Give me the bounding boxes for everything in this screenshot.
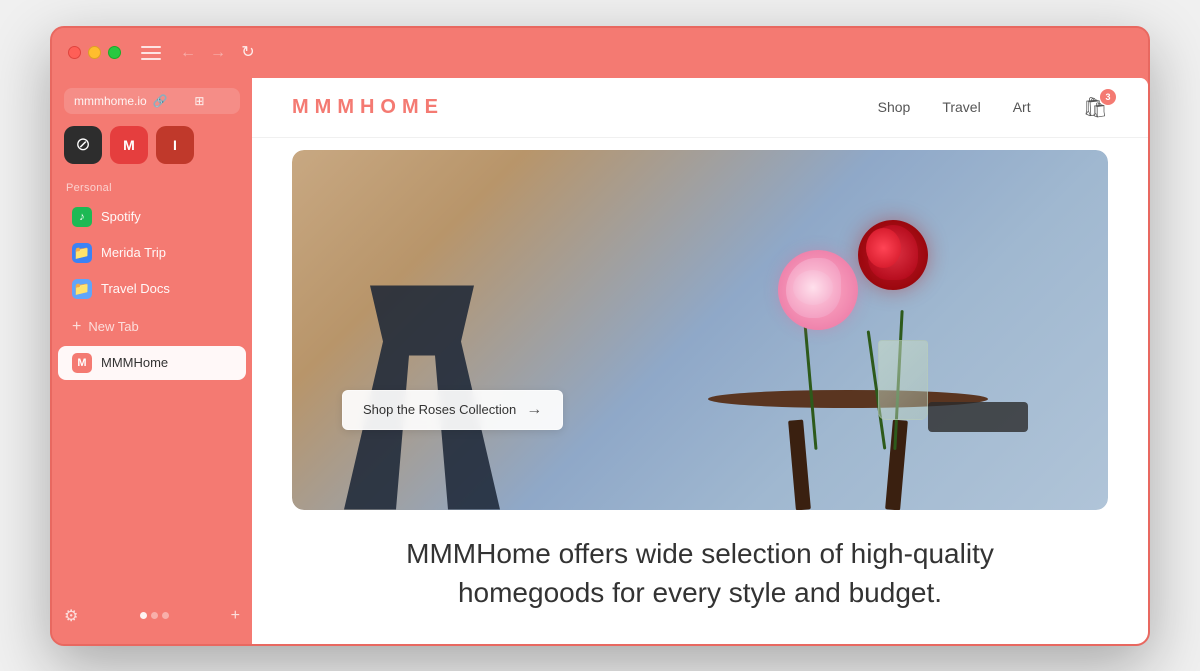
add-tab-icon[interactable]: +	[231, 607, 240, 625]
new-tab-button[interactable]: + New Tab	[58, 312, 246, 342]
cta-overlay: Shop the Roses Collection →	[342, 390, 563, 430]
instapaper-icon: I	[173, 137, 177, 153]
instapaper-app-icon[interactable]: I	[156, 126, 194, 164]
dot-3	[162, 612, 169, 619]
back-button[interactable]: ←	[177, 45, 199, 61]
cta-arrow-icon: →	[526, 401, 542, 419]
bookmark-icon: ⊞	[194, 94, 230, 108]
navigation-controls: ← → ↻	[177, 45, 259, 61]
merida-trip-folder-icon: 📁	[72, 243, 92, 263]
cta-button-label: Shop the Roses Collection	[363, 402, 516, 417]
blocked-app-icon[interactable]: ⊘	[64, 126, 102, 164]
cart-badge: 3	[1100, 89, 1116, 105]
travel-nav-link[interactable]: Travel	[942, 99, 980, 115]
hero-image: Shop the Roses Collection →	[292, 150, 1108, 510]
merida-trip-label: Merida Trip	[101, 245, 166, 260]
refresh-button[interactable]: ↻	[237, 45, 259, 61]
keyboard-decoration	[928, 402, 1028, 432]
site-nav-links: Shop Travel Art 🛍 3	[878, 95, 1108, 120]
description-line-1: MMMHome offers wide selection of high-qu…	[406, 538, 994, 569]
personal-section-label: Personal	[52, 182, 252, 194]
spotify-icon: ♪	[72, 207, 92, 227]
page-dots	[140, 612, 169, 619]
url-bar[interactable]: mmmhome.io 🔗 ⊞	[64, 88, 240, 114]
blocked-icon: ⊘	[75, 134, 90, 155]
link-icon: 🔗	[153, 94, 189, 108]
browser-content: mmmhome.io 🔗 ⊞ ⊘ M I Personal ♪	[52, 78, 1148, 644]
gmail-app-icon[interactable]: M	[110, 126, 148, 164]
travel-docs-folder-icon: 📁	[72, 279, 92, 299]
maximize-button[interactable]	[108, 46, 121, 59]
sidebar-item-merida-trip[interactable]: 📁 Merida Trip	[58, 236, 246, 270]
settings-icon[interactable]: ⚙	[64, 606, 78, 626]
spotify-label: Spotify	[101, 209, 141, 224]
title-bar: ← → ↻	[52, 28, 1148, 78]
dark-red-rose	[858, 220, 928, 290]
sidebar-item-mmmhome[interactable]: M MMMHome	[58, 346, 246, 380]
sidebar-bottom: ⚙ +	[52, 598, 252, 634]
description-text: MMMHome offers wide selection of high-qu…	[292, 534, 1108, 612]
dot-2	[151, 612, 158, 619]
hero-description: MMMHome offers wide selection of high-qu…	[252, 510, 1148, 612]
minimize-button[interactable]	[88, 46, 101, 59]
plus-icon: +	[72, 319, 81, 335]
hero-section: Shop the Roses Collection → MMMHome offe…	[252, 138, 1148, 644]
close-button[interactable]	[68, 46, 81, 59]
sidebar-toggle-button[interactable]	[141, 46, 161, 60]
app-icons-row: ⊘ M I	[52, 126, 252, 164]
vase-group	[878, 340, 928, 420]
site-logo: MMMHOME	[292, 96, 878, 119]
sidebar-item-travel-docs[interactable]: 📁 Travel Docs	[58, 272, 246, 306]
shop-nav-link[interactable]: Shop	[878, 99, 911, 115]
forward-button[interactable]: →	[207, 45, 229, 61]
travel-docs-label: Travel Docs	[101, 281, 170, 296]
webpage: MMMHOME Shop Travel Art 🛍 3	[252, 78, 1148, 644]
shop-roses-button[interactable]: Shop the Roses Collection →	[342, 390, 563, 430]
mmmhome-tab-icon: M	[72, 353, 92, 373]
hero-background: Shop the Roses Collection →	[292, 150, 1108, 510]
browser-window: ← → ↻ mmmhome.io 🔗 ⊞ ⊘ M	[50, 26, 1150, 646]
site-navigation: MMMHOME Shop Travel Art 🛍 3	[252, 78, 1148, 138]
mmmhome-tab-label: MMMHome	[101, 355, 168, 370]
traffic-lights	[68, 46, 121, 59]
vase	[878, 340, 928, 420]
description-line-2: homegoods for every style and budget.	[458, 577, 942, 608]
new-tab-label: New Tab	[88, 319, 138, 334]
cart-button[interactable]: 🛍 3	[1083, 95, 1108, 120]
gmail-icon: M	[123, 137, 135, 153]
pink-flower	[778, 250, 858, 330]
art-nav-link[interactable]: Art	[1013, 99, 1031, 115]
dot-1	[140, 612, 147, 619]
url-text: mmmhome.io	[74, 94, 147, 108]
sidebar: mmmhome.io 🔗 ⊞ ⊘ M I Personal ♪	[52, 78, 252, 644]
chair-decoration	[292, 230, 552, 510]
sidebar-item-spotify[interactable]: ♪ Spotify	[58, 200, 246, 234]
